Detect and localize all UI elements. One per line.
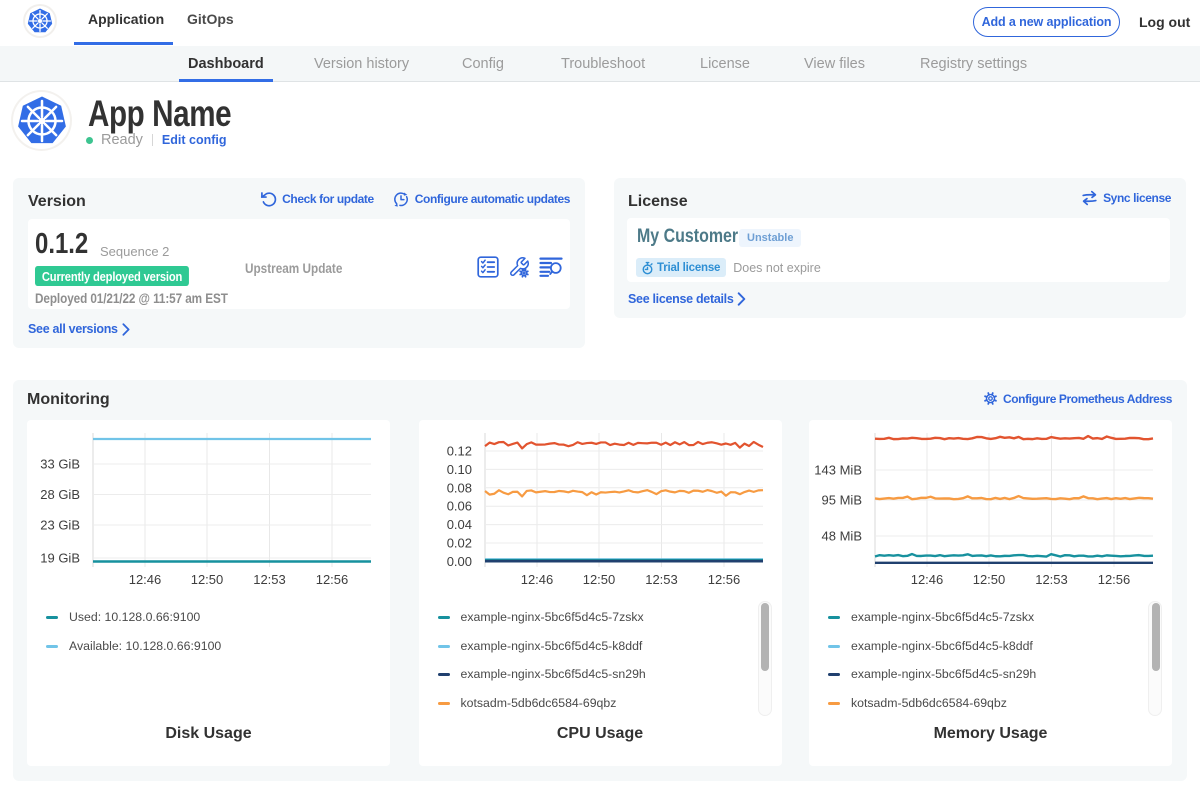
svg-text:12:46: 12:46 — [911, 572, 944, 587]
svg-text:143 MiB: 143 MiB — [814, 463, 862, 478]
svg-text:0.00: 0.00 — [446, 554, 471, 569]
svg-text:12:50: 12:50 — [973, 572, 1006, 587]
svg-text:12:46: 12:46 — [129, 572, 162, 587]
svg-text:0.04: 0.04 — [446, 517, 471, 532]
svg-text:0.12: 0.12 — [446, 444, 471, 459]
svg-text:12:50: 12:50 — [191, 572, 224, 587]
svg-text:12:53: 12:53 — [253, 572, 286, 587]
svg-text:33 GiB: 33 GiB — [40, 457, 80, 472]
svg-text:19 GiB: 19 GiB — [40, 551, 80, 566]
svg-text:0.08: 0.08 — [446, 480, 471, 495]
svg-text:12:56: 12:56 — [707, 572, 740, 587]
svg-text:0.06: 0.06 — [446, 499, 471, 514]
svg-text:12:46: 12:46 — [520, 572, 553, 587]
svg-text:12:53: 12:53 — [645, 572, 678, 587]
svg-text:28 GiB: 28 GiB — [40, 487, 80, 502]
svg-text:0.02: 0.02 — [446, 536, 471, 551]
svg-text:12:53: 12:53 — [1035, 572, 1068, 587]
svg-text:23 GiB: 23 GiB — [40, 518, 80, 533]
svg-text:48 MiB: 48 MiB — [822, 529, 862, 544]
svg-text:0.10: 0.10 — [446, 462, 471, 477]
svg-text:12:56: 12:56 — [316, 572, 349, 587]
svg-text:12:50: 12:50 — [582, 572, 615, 587]
svg-text:95 MiB: 95 MiB — [822, 493, 862, 508]
svg-text:12:56: 12:56 — [1098, 572, 1131, 587]
